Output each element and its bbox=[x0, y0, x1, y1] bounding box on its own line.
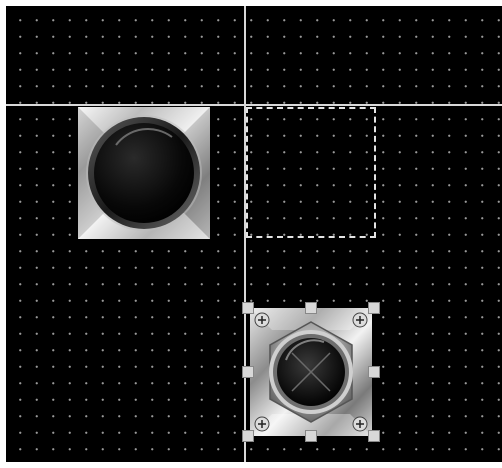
push-button-metal-icon bbox=[250, 308, 372, 436]
resize-handle-top[interactable] bbox=[305, 302, 317, 314]
resize-handle-bottom-left[interactable] bbox=[242, 430, 254, 442]
push-button-widget-metal[interactable] bbox=[242, 300, 380, 444]
resize-handle-right[interactable] bbox=[368, 366, 380, 378]
resize-handle-bottom[interactable] bbox=[305, 430, 317, 442]
design-canvas[interactable] bbox=[6, 6, 502, 462]
screw-icon bbox=[254, 416, 270, 432]
selection-marquee bbox=[246, 107, 376, 238]
horizontal-guide-line[interactable] bbox=[6, 104, 502, 106]
screw-icon bbox=[352, 312, 368, 328]
push-button-dark-icon bbox=[78, 107, 210, 239]
screw-icon bbox=[352, 416, 368, 432]
resize-handle-bottom-right[interactable] bbox=[368, 430, 380, 442]
resize-handle-top-right[interactable] bbox=[368, 302, 380, 314]
resize-handle-top-left[interactable] bbox=[242, 302, 254, 314]
screw-icon bbox=[254, 312, 270, 328]
push-button-widget-dark[interactable] bbox=[78, 107, 210, 239]
resize-handle-left[interactable] bbox=[242, 366, 254, 378]
